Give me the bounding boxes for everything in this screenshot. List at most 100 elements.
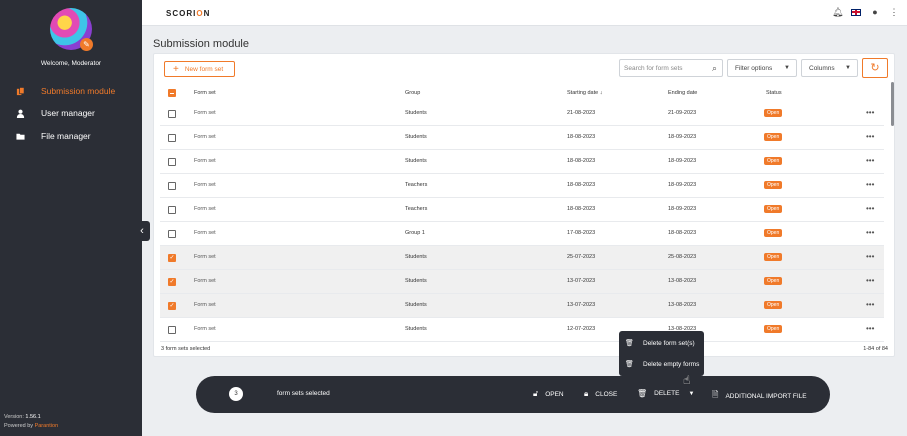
app-logo[interactable]: SCORION [166,9,210,18]
form-set-name[interactable]: Form set [194,182,216,188]
columns-dropdown[interactable]: Columns ▼ [801,59,858,77]
row-checkbox[interactable] [168,110,176,118]
search-icon: ⌕ [711,63,717,73]
delete-empty-forms-item[interactable]: 🗑︎ Delete empty forms [619,354,704,374]
more-actions-icon[interactable]: ••• [866,204,874,213]
search-input[interactable]: Search for form sets ⌕ [619,59,723,77]
sidebar-item-label: Submission module [41,86,116,96]
filter-options-dropdown[interactable]: Filter options ▼ [727,59,797,77]
table-row[interactable]: Form set Students 18-08-2023 18-09-2023 Open… [160,126,884,150]
ending-date-cell: 13-08-2023 [668,278,697,284]
refresh-button[interactable]: ↻ [862,58,888,78]
sidebar-item-user-manager[interactable]: User manager [16,106,95,120]
header-status[interactable]: Status [766,90,782,96]
more-actions-icon[interactable]: ••• [866,228,874,237]
row-checkbox[interactable] [168,158,176,166]
form-set-name[interactable]: Form set [194,230,216,236]
header-ending-date[interactable]: Ending date [668,90,697,96]
delete-form-sets-item[interactable]: 🗑︎ Delete form set(s) [619,333,704,353]
starting-date-cell: 13-07-2023 [567,278,596,284]
form-set-name[interactable]: Form set [194,158,216,164]
header-group[interactable]: Group [405,90,420,96]
status-badge: Open [764,109,783,117]
open-label: OPEN [545,390,564,398]
delete-context-menu: 🗑︎ Delete form set(s) 🗑︎ Delete empty form… [619,331,704,376]
table-row[interactable]: Form set Students 18-08-2023 18-09-2023 Open… [160,150,884,174]
bulk-action-bar: 3 form sets selected 🔓︎ OPEN 🔒︎ CLOSE 🗑︎ DE… [196,376,830,413]
open-button[interactable]: 🔓︎ OPEN [533,389,564,399]
more-actions-icon[interactable]: ••• [866,276,874,285]
select-all-checkbox[interactable] [168,89,176,97]
form-set-name[interactable]: Form set [194,110,216,116]
starting-date-cell: 13-07-2023 [567,302,596,308]
table-scrollbar[interactable] [891,82,894,126]
form-set-name[interactable]: Form set [194,278,216,284]
kebab-menu-icon[interactable]: ⋮ [889,7,899,17]
powered-by-label: Powered by [4,423,34,429]
group-cell: Students [405,302,427,308]
group-cell: Group 1 [405,230,425,236]
sidebar-item-file-manager[interactable]: File manager [16,129,91,143]
row-checkbox[interactable]: ✓ [168,254,176,262]
starting-date-cell: 18-08-2023 [567,182,596,188]
group-cell: Students [405,134,427,140]
edit-avatar-icon[interactable]: ✎ [80,38,93,51]
version-label: Version: [4,414,24,420]
account-icon[interactable]: ● [870,7,880,17]
close-button[interactable]: 🔒︎ CLOSE [584,389,617,399]
powered-by-brand[interactable]: Parantion [35,423,59,429]
row-checkbox[interactable] [168,182,176,190]
group-cell: Students [405,110,427,116]
form-set-name[interactable]: Form set [194,254,216,260]
more-actions-icon[interactable]: ••• [866,300,874,309]
filter-options-label: Filter options [735,65,773,72]
form-set-name[interactable]: Form set [194,134,216,140]
status-badge: Open [764,253,783,261]
table-row[interactable]: Form set Teachers 18-08-2023 18-09-2023 Open… [160,174,884,198]
form-set-name[interactable]: Form set [194,326,216,332]
row-checkbox[interactable] [168,206,176,214]
status-badge: Open [764,133,783,141]
more-actions-icon[interactable]: ••• [866,156,874,165]
collapse-sidebar-button[interactable]: ‹ [134,221,150,241]
selected-count-badge: 3 [229,387,243,401]
group-cell: Students [405,326,427,332]
form-set-name[interactable]: Form set [194,206,216,212]
delete-button[interactable]: 🗑︎ DELETE ▼ [637,389,694,398]
row-checkbox[interactable]: ✓ [168,302,176,310]
row-checkbox[interactable]: ✓ [168,278,176,286]
table-row[interactable]: Form set Students 12-07-2023 13-08-2023 Open… [160,318,884,342]
new-form-set-label: New form set [184,65,224,73]
table-row[interactable]: ✓ Form set Students 13-07-2023 13-08-2023 Ope… [160,270,884,294]
more-actions-icon[interactable]: ••• [866,324,874,333]
starting-date-cell: 25-07-2023 [567,254,596,260]
table-header: Form set Group Starting date ↓ Ending da… [160,86,884,100]
table-row[interactable]: Form set Group 1 17-08-2023 18-08-2023 Open •… [160,222,884,246]
new-form-set-button[interactable]: + New form set [164,61,235,77]
starting-date-cell: 17-08-2023 [567,230,596,236]
starting-date-cell: 18-08-2023 [567,158,596,164]
header-form-set[interactable]: Form set [194,90,216,96]
more-actions-icon[interactable]: ••• [866,132,874,141]
table-row[interactable]: ✓ Form set Students 25-07-2023 25-08-2023 Ope… [160,246,884,270]
status-badge: Open [764,325,783,333]
table-row[interactable]: Form set Teachers 18-08-2023 18-09-2023 Open… [160,198,884,222]
sidebar-item-submission-module[interactable]: Submission module [16,84,115,98]
uk-flag-icon[interactable] [851,8,861,16]
more-actions-icon[interactable]: ••• [866,180,874,189]
more-actions-icon[interactable]: ••• [866,252,874,261]
row-checkbox[interactable] [168,134,176,142]
table-row[interactable]: ✓ Form set Students 13-07-2023 13-08-2023 Ope… [160,294,884,318]
form-set-name[interactable]: Form set [194,302,216,308]
file-import-icon: 🗎︎ [712,390,719,399]
bell-icon[interactable]: 🔔︎ [832,7,843,17]
row-checkbox[interactable] [168,230,176,238]
row-checkbox[interactable] [168,326,176,334]
ending-date-cell: 18-09-2023 [668,158,697,164]
group-cell: Students [405,254,427,260]
sidebar: ✎ Welcome, Moderator Submission module U… [0,0,142,436]
table-row[interactable]: Form set Students 21-08-2023 21-09-2023 Open… [160,102,884,126]
header-starting-date[interactable]: Starting date ↓ [567,90,602,96]
more-actions-icon[interactable]: ••• [866,108,874,117]
additional-import-file-button[interactable]: 🗎︎ ADDITIONAL IMPORT FILE [712,389,807,403]
